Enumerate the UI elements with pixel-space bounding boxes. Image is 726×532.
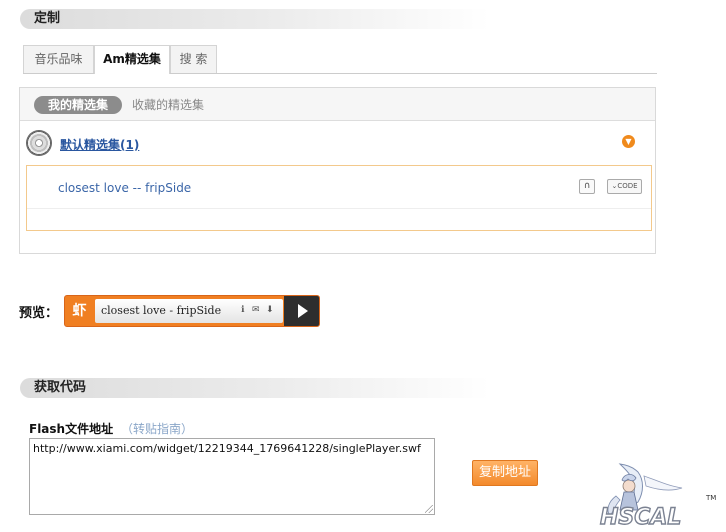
player-display: closest love - fripSide ℹ ✉ ⬇ — [95, 299, 283, 323]
code-button[interactable]: ⌄CODE — [607, 179, 642, 194]
cd-icon — [27, 131, 51, 155]
music-player-widget: 虾 closest love - fripSide ℹ ✉ ⬇ — [64, 295, 320, 327]
tab-am-collections[interactable]: Am精选集 — [94, 45, 170, 74]
trademark-mark: TM — [705, 494, 716, 502]
default-collection-link[interactable]: 默认精选集(1) — [60, 136, 139, 153]
collections-subtabs: 我的精选集 收藏的精选集 — [20, 88, 655, 121]
headphone-icon[interactable]: ∩ — [579, 179, 595, 194]
tab-bar: 音乐品味 Am精选集 搜 索 — [23, 45, 657, 74]
code-button-label: CODE — [617, 182, 638, 190]
repost-guide-link[interactable]: （转贴指南） — [121, 420, 193, 437]
play-button[interactable] — [284, 296, 319, 326]
tab-music-taste[interactable]: 音乐品味 — [23, 45, 94, 73]
tab-search[interactable]: 搜 索 — [170, 45, 217, 73]
my-collections-tab[interactable]: 我的精选集 — [34, 96, 122, 114]
preview-label: 预览： — [19, 306, 59, 321]
favorited-collections-tab[interactable]: 收藏的精选集 — [132, 96, 204, 114]
flash-url-label: Flash文件地址 — [29, 422, 114, 436]
flash-url-textarea[interactable]: http://www.xiami.com/widget/12219344_176… — [29, 438, 435, 515]
mail-icon[interactable]: ✉ — [252, 305, 260, 315]
watermark-text: HSCAL — [600, 505, 681, 528]
download-icon[interactable]: ⬇ — [266, 305, 274, 315]
collapse-chevron-icon[interactable]: ▼ — [622, 135, 635, 148]
customize-section-header: 定制 — [20, 9, 490, 29]
collections-panel: 我的精选集 收藏的精选集 默认精选集(1) ▼ closest love -- … — [19, 87, 656, 254]
song-list: closest love -- fripSide ∩ ⌄CODE — [26, 165, 652, 231]
get-code-section-header: 获取代码 — [20, 378, 490, 398]
play-icon — [298, 304, 308, 318]
song-title[interactable]: closest love -- fripSide — [58, 181, 191, 195]
hscal-watermark-logo: HSCAL TM — [599, 463, 716, 528]
xiami-logo: 虾 — [72, 303, 87, 319]
list-item: closest love -- fripSide ∩ ⌄CODE — [27, 166, 651, 209]
copy-address-button[interactable]: 复制地址 — [472, 460, 538, 486]
info-icon[interactable]: ℹ — [241, 305, 244, 315]
resize-grip-icon[interactable] — [425, 505, 433, 513]
player-track-title: closest love - fripSide — [101, 304, 222, 317]
